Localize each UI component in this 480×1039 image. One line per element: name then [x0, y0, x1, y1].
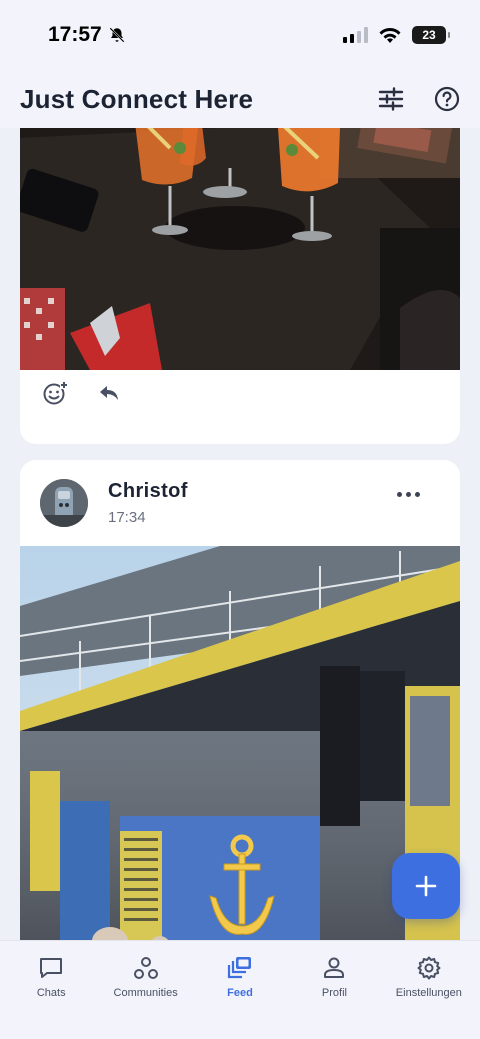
- header-actions: [378, 86, 460, 112]
- status-time-group: 17:57: [48, 23, 126, 47]
- bell-muted-icon: [109, 27, 125, 43]
- feed-list[interactable]: Christof 17:34: [0, 128, 480, 940]
- wifi-icon: [379, 28, 401, 43]
- nav-item-settings[interactable]: Einstellungen: [382, 941, 476, 1039]
- nav-label-chats: Chats: [36, 987, 66, 999]
- more-options-icon[interactable]: [397, 492, 420, 497]
- app-header: Just Connect Here: [0, 70, 480, 128]
- post-actions: [42, 380, 120, 406]
- add-reaction-icon[interactable]: [42, 380, 68, 406]
- plus-icon: [415, 875, 437, 897]
- feed-icon: [227, 957, 252, 979]
- create-post-button[interactable]: [392, 853, 460, 919]
- post-meta: Christof 17:34: [108, 480, 188, 526]
- page-title: Just Connect Here: [20, 83, 254, 114]
- profile-icon: [324, 957, 345, 978]
- avatar-image: [40, 479, 88, 527]
- chat-icon: [40, 958, 63, 978]
- reply-icon[interactable]: [98, 384, 120, 402]
- post-card: [20, 128, 460, 444]
- avatar[interactable]: [40, 479, 88, 527]
- post-photo[interactable]: [20, 128, 460, 370]
- status-time: 17:57: [48, 23, 102, 46]
- post-timestamp: 17:34: [108, 509, 146, 526]
- nav-label-communities: Communities: [113, 987, 178, 999]
- communities-icon: [133, 957, 158, 979]
- settings-icon: [417, 956, 441, 980]
- cellular-signal-icon: [343, 27, 368, 43]
- status-indicators: 23: [343, 26, 450, 44]
- nav-item-profile[interactable]: Profil: [287, 941, 381, 1039]
- status-bar: 17:57 23: [0, 0, 480, 70]
- nav-item-chats[interactable]: Chats: [4, 941, 98, 1039]
- battery-icon: 23: [412, 26, 450, 44]
- post-header: Christof 17:34: [20, 460, 460, 546]
- battery-level: 23: [422, 28, 436, 42]
- help-icon[interactable]: [434, 86, 460, 112]
- nav-label-feed: Feed: [227, 987, 253, 999]
- nav-item-communities[interactable]: Communities: [98, 941, 192, 1039]
- nav-label-profile: Profil: [321, 987, 347, 999]
- nav-item-feed[interactable]: Feed: [193, 941, 287, 1039]
- bottom-navigation: Chats Communities Feed Profil Einstellun…: [0, 940, 480, 1039]
- nav-label-settings: Einstellungen: [395, 987, 462, 999]
- post-author[interactable]: Christof: [108, 480, 188, 503]
- filter-sliders-icon[interactable]: [378, 87, 404, 111]
